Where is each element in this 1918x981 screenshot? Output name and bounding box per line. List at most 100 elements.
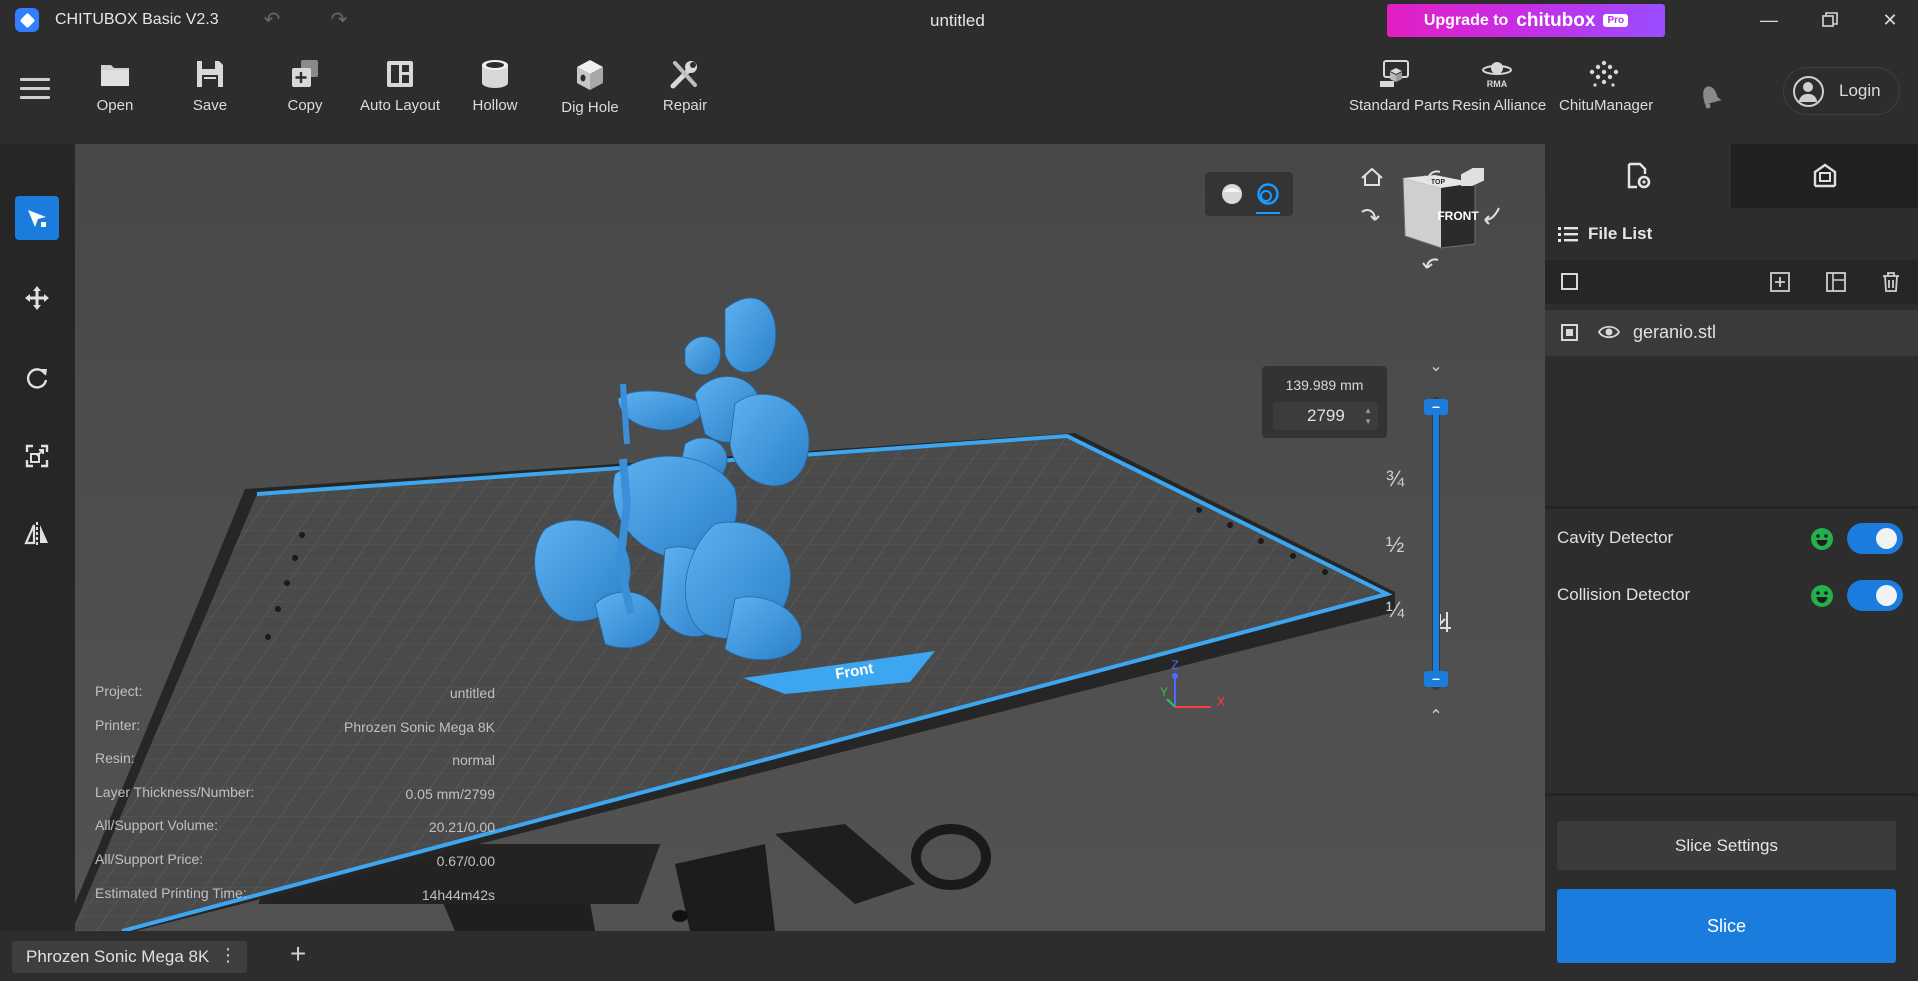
login-label: Login	[1839, 81, 1881, 100]
chitumanager-label: ChituManager	[1559, 97, 1654, 114]
dig-hole-button[interactable]: Dig Hole	[545, 59, 635, 129]
notification-bell-icon[interactable]	[1695, 81, 1727, 113]
info-value: Phrozen Sonic Mega 8K	[344, 718, 495, 735]
panel-divider	[1545, 793, 1918, 796]
auto-layout-button[interactable]: Auto Layout	[355, 59, 445, 129]
hamburger-menu-icon[interactable]	[20, 78, 50, 104]
slider-mark-three-quarter[interactable]: ¾	[1375, 466, 1415, 492]
delete-icon[interactable]	[1880, 271, 1902, 293]
file-list-title: File List	[1588, 224, 1653, 243]
info-key: Layer Thickness/Number:	[95, 783, 255, 800]
layer-number-input[interactable]: 2799 ▲ ▼	[1273, 402, 1378, 430]
cylinder-icon	[482, 60, 508, 88]
resin-alliance-label: Resin Alliance	[1452, 97, 1547, 114]
file-checkbox[interactable]	[1561, 324, 1578, 341]
open-label: Open	[96, 97, 134, 114]
xray-shading-icon[interactable]	[1256, 182, 1280, 206]
collision-detector-label: Collision Detector	[1557, 585, 1691, 604]
right-panel-tabs	[1545, 144, 1918, 208]
add-tab-icon[interactable]: +	[285, 940, 311, 968]
slider-top-handle[interactable]: –	[1424, 399, 1448, 415]
visibility-eye-icon[interactable]	[1598, 323, 1620, 341]
slider-range-fill	[1433, 407, 1439, 677]
layer-spinner-icon[interactable]: ▲ ▼	[1364, 405, 1372, 427]
slider-mark-quarter[interactable]: ¼	[1375, 597, 1415, 623]
add-file-icon[interactable]	[1769, 271, 1791, 293]
upgrade-button[interactable]: Upgrade to chitubox Pro	[1387, 4, 1665, 37]
view-cube-top-label: TOP	[1431, 179, 1446, 186]
standard-parts-button[interactable]: Standard Parts	[1349, 59, 1450, 129]
redo-icon[interactable]: ↷	[326, 8, 352, 32]
info-key: Estimated Printing Time:	[95, 884, 247, 901]
tab-file-settings[interactable]	[1545, 144, 1731, 208]
file-list-header: File List	[1558, 224, 1652, 244]
copy-plus-icon	[292, 60, 318, 87]
hollow-button[interactable]: Hollow	[450, 59, 540, 129]
chitumanager-button[interactable]: ChituManager	[1559, 59, 1654, 129]
restore-icon[interactable]	[1810, 5, 1850, 35]
3d-viewport[interactable]: Front Z X Y TOP FRONT 139.989 mm 2799 ▲ …	[75, 144, 1545, 931]
slider-up-chevron-icon[interactable]: ⌄	[1424, 356, 1448, 376]
slider-bottom-handle[interactable]: –	[1424, 671, 1448, 687]
repair-button[interactable]: Repair	[640, 59, 730, 129]
cavity-detector-toggle[interactable]	[1847, 523, 1903, 554]
slice-settings-button[interactable]: Slice Settings	[1557, 821, 1896, 870]
info-value: 0.05 mm/2799	[405, 785, 496, 802]
project-info-panel: Project: untitled Printer: Phrozen Sonic…	[95, 679, 495, 914]
layer-slider[interactable]: ⌄ – – ⌃	[1414, 356, 1458, 731]
tab-printer[interactable]	[1731, 144, 1918, 208]
select-icon	[28, 210, 46, 227]
collision-detector-row: Collision Detector	[1557, 575, 1907, 615]
slider-mark-half[interactable]: ½	[1375, 532, 1415, 558]
select-tool-button[interactable]	[15, 196, 59, 240]
info-row-resin: Resin: normal	[95, 746, 495, 780]
solid-shading-icon[interactable]	[1220, 182, 1244, 206]
mirror-tool-button[interactable]	[15, 512, 59, 556]
axis-x-label: X	[1217, 694, 1226, 709]
login-button[interactable]: Login	[1783, 67, 1900, 115]
close-icon[interactable]: ✕	[1870, 5, 1910, 35]
rma-icon: RMA	[1482, 62, 1512, 89]
wrench-icon	[670, 61, 697, 89]
open-button[interactable]: Open	[70, 59, 160, 129]
info-row-time: Estimated Printing Time: 14h44m42s	[95, 881, 495, 915]
info-key: Project:	[95, 683, 143, 699]
more-options-icon[interactable]: ⋮	[219, 945, 237, 966]
undo-icon[interactable]: ↶	[259, 8, 285, 32]
resin-alliance-button[interactable]: RMA Resin Alliance	[1452, 59, 1547, 129]
user-avatar-icon	[1793, 75, 1824, 107]
minimize-icon[interactable]: —	[1749, 5, 1789, 35]
home-view-icon	[1361, 167, 1383, 186]
select-all-checkbox[interactable]	[1561, 273, 1578, 290]
info-value: 20.21/0.00	[428, 819, 495, 836]
upgrade-brand: chitubox	[1516, 9, 1596, 31]
slider-down-chevron-icon[interactable]: ⌃	[1424, 706, 1448, 726]
panel-divider	[1545, 506, 1918, 509]
cavity-detector-row: Cavity Detector	[1557, 518, 1907, 558]
standard-parts-label: Standard Parts	[1349, 97, 1450, 114]
collision-detector-toggle[interactable]	[1847, 580, 1903, 611]
orbit-right-icon	[1484, 207, 1500, 225]
info-key: All/Support Price:	[95, 850, 204, 867]
save-label: Save	[192, 97, 228, 114]
slice-button[interactable]: Slice	[1557, 889, 1896, 963]
axis-z-label: Z	[1171, 658, 1178, 672]
file-name: geranio.stl	[1633, 322, 1717, 342]
move-tool-button[interactable]	[15, 276, 59, 320]
info-value: normal	[452, 752, 495, 769]
copy-button[interactable]: Copy	[260, 59, 350, 129]
render-mode-toggle[interactable]	[1205, 172, 1293, 216]
rotate-tool-button[interactable]	[15, 356, 59, 400]
layout-icon	[387, 61, 413, 87]
scale-tool-button[interactable]	[15, 434, 59, 478]
main-toolbar: Open Save Copy Auto Layout Hollow Dig Ho…	[0, 41, 1918, 144]
axis-y-label: Y	[1160, 685, 1168, 699]
printer-tab[interactable]: Phrozen Sonic Mega 8K ⋮	[12, 941, 247, 973]
move-icon	[25, 286, 49, 310]
arrange-icon[interactable]	[1825, 271, 1847, 293]
orbit-left-icon	[1361, 209, 1380, 221]
transform-tools-sidebar	[0, 144, 75, 931]
cavity-detector-label: Cavity Detector	[1557, 528, 1674, 547]
file-list-item[interactable]: geranio.stl	[1545, 310, 1918, 356]
save-button[interactable]: Save	[165, 59, 255, 129]
